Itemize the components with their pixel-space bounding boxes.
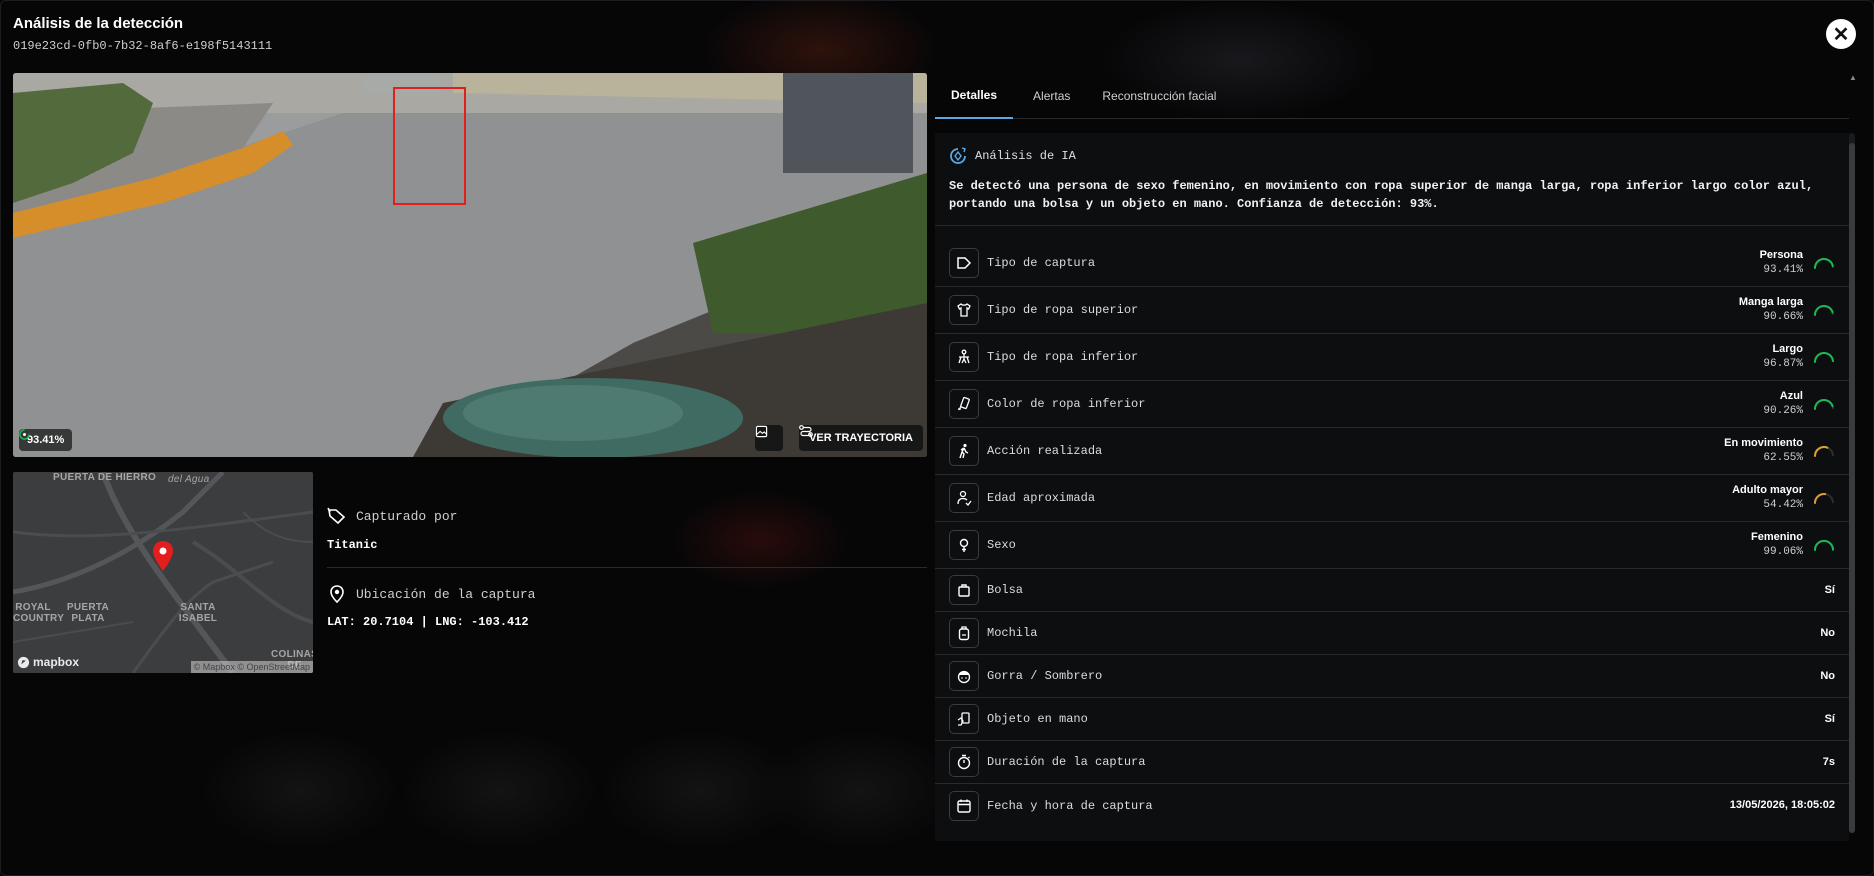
attribute-row: Tipo de ropa superior Manga larga 90.66%: [935, 287, 1849, 334]
bag-icon: [949, 575, 979, 605]
confidence-gauge: [1814, 304, 1834, 316]
gauge-arc: [1814, 493, 1827, 504]
captured-by-value: Titanic: [327, 538, 378, 552]
tab-bar: Detalles Alertas Reconstrucción facial: [935, 73, 1849, 119]
tag-icon: [949, 248, 979, 278]
attribute-row: Fecha y hora de captura 13/05/2026, 18:0…: [935, 784, 1849, 827]
gauge-arc: [1814, 446, 1829, 457]
person-age-icon: [949, 483, 979, 513]
confidence-value: 93.41%: [27, 434, 65, 446]
attribute-row: Gorra / Sombrero No: [935, 655, 1849, 698]
shirt-icon: [949, 295, 979, 325]
calendar-icon: [949, 790, 979, 821]
ai-analysis-section: Análisis de IA Se detectó una persona de…: [935, 133, 1849, 226]
color-palette-icon: [949, 389, 979, 419]
attribute-row: Mochila No: [935, 612, 1849, 655]
attribute-row: Edad aproximada Adulto mayor 54.42%: [935, 475, 1849, 522]
view-trajectory-label: VER TRAYECTORIA: [809, 432, 913, 444]
hat-icon: [949, 661, 979, 691]
street-scene-illustration: [13, 73, 927, 457]
camera-tag-icon: [327, 507, 346, 525]
mapbox-logo: mapbox: [17, 655, 79, 669]
details-panel: Detalles Alertas Reconstrucción facial A…: [935, 73, 1849, 841]
confidence-gauge: [1814, 493, 1834, 504]
pants-icon: [949, 342, 979, 372]
backpack-icon: [949, 618, 979, 648]
attribute-row: Tipo de ropa inferior Largo 96.87%: [935, 334, 1849, 381]
ai-analysis-text: Se detectó una persona de sexo femenino,…: [949, 179, 1814, 211]
attribute-row: Color de ropa inferior Azul 90.26%: [935, 381, 1849, 428]
captured-by-label: Capturado por: [327, 507, 457, 525]
map-label: PUERTA DE HIERRO: [53, 472, 157, 483]
ai-icon: [19, 429, 30, 440]
confidence-gauge: [1813, 539, 1834, 551]
attribute-row: Acción realizada En movimiento 62.55%: [935, 428, 1849, 475]
map-label: del Agua: [168, 474, 210, 485]
detection-id: 019e23cd-0fb0-7b32-8af6-e198f5143111: [13, 39, 273, 53]
map-pin-icon: [153, 541, 173, 571]
ai-analysis-title: Análisis de IA: [975, 149, 1076, 163]
capture-location-label: Ubicación de la captura: [327, 584, 535, 604]
close-button[interactable]: ✕: [1826, 19, 1856, 49]
hand-object-icon: [949, 704, 979, 734]
confidence-chip: 93.41%: [19, 429, 73, 451]
confidence-gauge: [1814, 257, 1834, 269]
attribute-row: Bolsa Sí: [935, 569, 1849, 612]
confidence-gauge: [1814, 399, 1834, 410]
attribute-row: Tipo de captura Persona 93.41%: [935, 240, 1849, 287]
map-attribution[interactable]: © Mapbox © OpenStreetMap: [190, 661, 313, 673]
ai-icon: [950, 147, 966, 164]
route-icon: [799, 425, 813, 437]
modal-title: Análisis de la detección: [13, 15, 184, 32]
capture-location-map[interactable]: PUERTA DE HIERRO del Agua ROYAL COUNTRY …: [13, 472, 313, 673]
attribute-row: Objeto en mano Sí: [935, 698, 1849, 741]
gauge-arc: [1813, 539, 1834, 551]
capture-location-value: LAT: 20.7104 | LNG: -103.412: [327, 615, 529, 629]
ai-analysis-header: Análisis de IA: [949, 147, 1835, 165]
divider: [327, 567, 927, 568]
walking-icon: [949, 436, 979, 466]
attribute-list: Tipo de captura Persona 93.41% Tipo de ro…: [935, 226, 1849, 827]
tab-details[interactable]: Detalles: [935, 73, 1014, 119]
gauge-arc: [1814, 257, 1834, 269]
tab-facial-reconstruction[interactable]: Reconstrucción facial: [1086, 73, 1232, 119]
location-pin-icon: [330, 585, 344, 604]
map-label: ROYAL COUNTRY: [13, 602, 65, 624]
map-roads: [13, 472, 313, 673]
scrollbar-thumb[interactable]: [1849, 143, 1855, 833]
confidence-gauge: [1814, 446, 1834, 457]
image-button[interactable]: [755, 425, 783, 451]
close-icon: ✕: [1832, 23, 1850, 46]
gauge-arc: [1813, 352, 1834, 363]
map-label: SANTA ISABEL: [178, 602, 218, 624]
female-icon: [949, 530, 979, 560]
view-trajectory-button[interactable]: VER TRAYECTORIA: [799, 425, 923, 451]
confidence-gauge: [1813, 352, 1834, 363]
stopwatch-icon: [949, 747, 979, 777]
image-icon: [755, 425, 768, 438]
details-scroll-area[interactable]: Análisis de IA Se detectó una persona de…: [935, 133, 1849, 841]
scrollbar[interactable]: [1849, 133, 1855, 833]
attribute-row: Duración de la captura 7s: [935, 741, 1849, 784]
capture-image: 93.41% VER TRAYECTORIA: [13, 73, 927, 457]
map-label: PUERTA PLATA: [66, 602, 110, 624]
person-bounding-box: [393, 87, 466, 205]
scroll-up-arrow[interactable]: ▲: [1849, 73, 1857, 82]
gauge-arc: [1814, 304, 1834, 316]
attribute-row: Sexo Femenino 99.06%: [935, 522, 1849, 569]
detection-analysis-modal: Análisis de la detección 019e23cd-0fb0-7…: [0, 0, 1874, 876]
gauge-arc: [1814, 399, 1834, 410]
mapbox-icon: [17, 656, 30, 668]
tab-alerts[interactable]: Alertas: [1013, 73, 1086, 119]
